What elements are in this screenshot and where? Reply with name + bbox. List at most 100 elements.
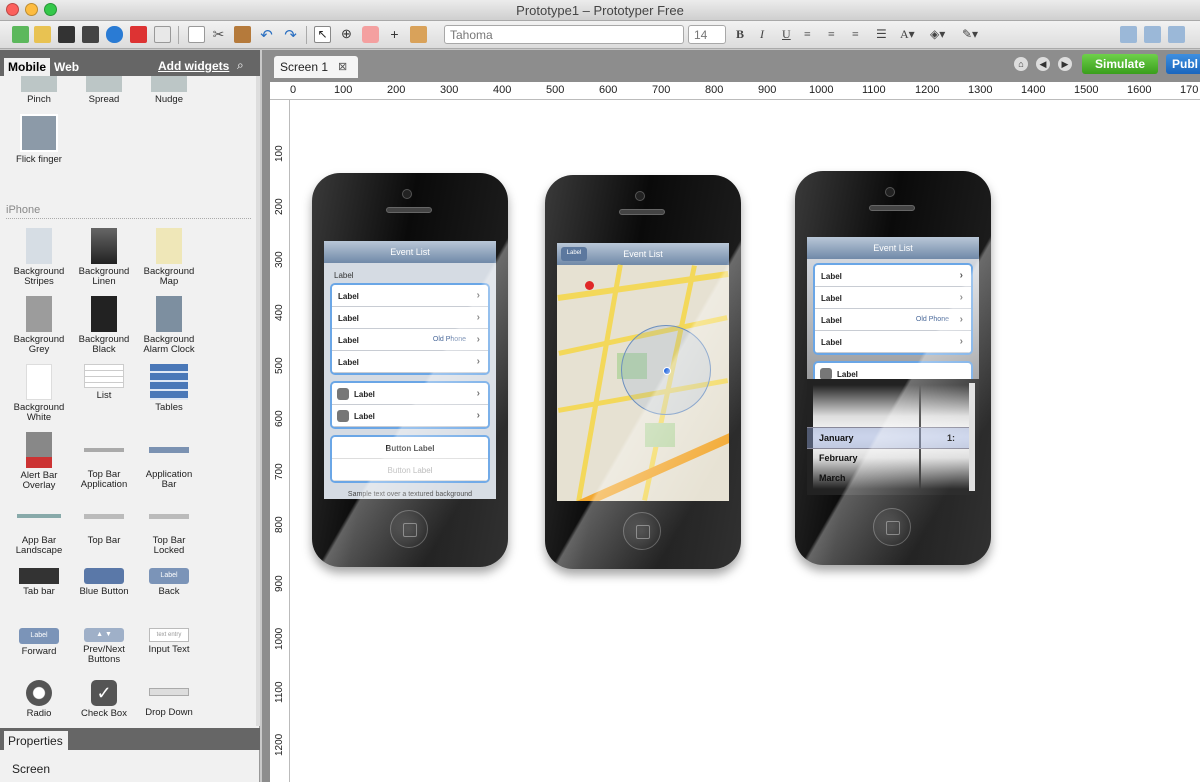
widget-back[interactable]: Label Back bbox=[138, 560, 200, 597]
picker-scrollbar[interactable] bbox=[969, 383, 975, 491]
widget-forward[interactable]: Label Forward bbox=[8, 620, 70, 657]
pdf-export-icon[interactable] bbox=[130, 26, 147, 43]
table-group[interactable]: Label › Label › Label Old Phone › Label › bbox=[813, 263, 973, 355]
widget-nudge[interactable]: Nudge bbox=[138, 76, 200, 105]
widget-blue-button[interactable]: Blue Button bbox=[73, 560, 135, 597]
icon-table-group[interactable]: Label › Label › bbox=[330, 381, 490, 429]
list-icon[interactable]: ☰ bbox=[876, 27, 887, 42]
widget-top-bar[interactable]: Top Bar bbox=[73, 500, 135, 546]
nav-bar-title[interactable]: Event List bbox=[324, 241, 496, 263]
align-top-icon[interactable] bbox=[1120, 26, 1137, 43]
widget-background-linen[interactable]: Background Linen bbox=[73, 228, 135, 287]
widget-spread[interactable]: Spread bbox=[73, 76, 135, 105]
tab-mobile[interactable]: Mobile bbox=[4, 58, 50, 76]
new-file-icon[interactable] bbox=[12, 26, 29, 43]
nav-bar-title[interactable]: Event List bbox=[807, 237, 979, 259]
table-row[interactable]: Label › bbox=[332, 405, 488, 427]
tab-web[interactable]: Web bbox=[54, 60, 79, 74]
redo-icon[interactable]: ↷ bbox=[282, 26, 299, 44]
align-center-icon[interactable]: ≡ bbox=[828, 27, 835, 42]
widget-background-white[interactable]: Background White bbox=[8, 364, 70, 423]
iphone-mockup-3[interactable]: Event List Label › Label › Label Old Phone ›… bbox=[795, 171, 991, 565]
close-tab-icon[interactable]: ⊠ bbox=[338, 60, 347, 73]
previous-screen-icon[interactable]: ◀ bbox=[1036, 57, 1050, 71]
widget-app-bar-landscape[interactable]: App Bar Landscape bbox=[8, 500, 70, 556]
iphone-mockup-1[interactable]: Event List Label Label › Label › Label Old … bbox=[312, 173, 508, 567]
font-size-select[interactable]: 14 bbox=[688, 25, 726, 44]
tab-screen-1[interactable]: Screen 1 ⊠ bbox=[274, 56, 358, 78]
picker-item[interactable]: January bbox=[819, 433, 854, 443]
iphone-mockup-2[interactable]: Event List Label bbox=[545, 175, 741, 569]
widget-flick-finger[interactable]: Flick finger bbox=[8, 114, 70, 165]
widget-list[interactable]: List bbox=[73, 364, 135, 401]
widget-tab-bar[interactable]: Tab bar bbox=[8, 560, 70, 597]
design-canvas[interactable]: Event List Label Label › Label › Label Old … bbox=[290, 100, 1200, 782]
undo-icon[interactable]: ↶ bbox=[258, 26, 275, 44]
table-row[interactable]: Label › bbox=[332, 285, 488, 307]
button-label[interactable]: Button Label bbox=[332, 437, 488, 459]
widget-top-bar-application[interactable]: Top Bar Application bbox=[73, 432, 135, 490]
widget-background-alarm-clock[interactable]: Background Alarm Clock bbox=[138, 296, 200, 355]
export-icon[interactable] bbox=[154, 26, 171, 43]
zoom-tool-icon[interactable]: ⊕ bbox=[338, 26, 355, 43]
table-row[interactable]: Label › bbox=[332, 307, 488, 329]
tab-properties[interactable]: Properties bbox=[4, 731, 68, 750]
widget-check-box[interactable]: ✓ Check Box bbox=[73, 680, 135, 719]
nav-bar-title[interactable]: Event List Label bbox=[557, 243, 729, 265]
text-color-icon[interactable]: A▾ bbox=[900, 27, 915, 42]
italic-button[interactable]: I bbox=[760, 27, 764, 42]
underline-button[interactable]: U bbox=[782, 27, 791, 42]
add-widgets-link[interactable]: Add widgets bbox=[158, 59, 229, 73]
picker-item[interactable]: March bbox=[819, 473, 846, 483]
picker-day-item[interactable]: 1: bbox=[947, 433, 955, 443]
crosshair-icon[interactable]: + bbox=[386, 26, 403, 43]
phone-screen-3[interactable]: Event List Label › Label › Label Old Phone ›… bbox=[807, 237, 979, 495]
back-button[interactable]: Label bbox=[561, 247, 587, 261]
widget-radio[interactable]: Radio bbox=[8, 680, 70, 719]
table-row[interactable]: Label Old Phone › bbox=[815, 309, 971, 331]
save-as-icon[interactable] bbox=[82, 26, 99, 43]
widget-prev-next-buttons[interactable]: ▲ ▼ Prev/Next Buttons bbox=[73, 620, 135, 665]
picker-item[interactable]: February bbox=[819, 453, 858, 463]
widget-top-bar-locked[interactable]: Top Bar Locked bbox=[138, 500, 200, 556]
widget-background-stripes[interactable]: Background Stripes bbox=[8, 228, 70, 287]
phone-screen-2[interactable]: Event List Label bbox=[557, 243, 729, 501]
table-row[interactable]: Label Old Phone › bbox=[332, 329, 488, 351]
home-icon[interactable]: ⌂ bbox=[1014, 57, 1028, 71]
table-row[interactable]: Label › bbox=[332, 351, 488, 373]
cut-icon[interactable]: ✂ bbox=[210, 26, 227, 43]
widget-background-black[interactable]: Background Black bbox=[73, 296, 135, 355]
table-group[interactable]: Label › Label › Label Old Phone › Label › bbox=[330, 283, 490, 375]
button-label-disabled[interactable]: Button Label bbox=[332, 459, 488, 481]
widget-input-text[interactable]: text entry Input Text bbox=[138, 620, 200, 655]
widget-background-grey[interactable]: Background Grey bbox=[8, 296, 70, 355]
widget-application-bar[interactable]: Application Bar bbox=[138, 432, 200, 490]
widget-tables[interactable]: Tables bbox=[138, 364, 200, 413]
cloud-icon[interactable] bbox=[106, 26, 123, 43]
line-color-icon[interactable]: ✎▾ bbox=[962, 27, 978, 42]
align-bottom-icon[interactable] bbox=[1168, 26, 1185, 43]
fill-color-icon[interactable]: ◈▾ bbox=[930, 27, 945, 42]
align-middle-icon[interactable] bbox=[1144, 26, 1161, 43]
publish-button[interactable]: Publ bbox=[1166, 54, 1200, 74]
date-picker[interactable]: January February March 1: bbox=[807, 379, 979, 495]
table-row[interactable]: Label › bbox=[815, 265, 971, 287]
paste-icon[interactable] bbox=[234, 26, 251, 43]
table-row[interactable]: Label › bbox=[332, 383, 488, 405]
search-icon[interactable]: ⌕ bbox=[237, 58, 244, 73]
align-right-icon[interactable]: ≡ bbox=[852, 27, 859, 42]
save-icon[interactable] bbox=[58, 26, 75, 43]
brush-icon[interactable] bbox=[410, 26, 427, 43]
font-family-select[interactable]: Tahoma bbox=[444, 25, 684, 44]
bold-button[interactable]: B bbox=[736, 27, 744, 42]
align-left-icon[interactable]: ≡ bbox=[804, 27, 811, 42]
simulate-button[interactable]: Simulate bbox=[1082, 54, 1158, 74]
table-row[interactable]: Label › bbox=[815, 287, 971, 309]
button-group[interactable]: Button Label Button Label bbox=[330, 435, 490, 483]
widget-drop-down[interactable]: Drop Down bbox=[138, 680, 200, 718]
next-screen-icon[interactable]: ▶ bbox=[1058, 57, 1072, 71]
open-folder-icon[interactable] bbox=[34, 26, 51, 43]
copy-icon[interactable] bbox=[188, 26, 205, 43]
pointer-tool-icon[interactable]: ↖ bbox=[314, 26, 331, 43]
widget-pinch[interactable]: Pinch bbox=[8, 76, 70, 105]
